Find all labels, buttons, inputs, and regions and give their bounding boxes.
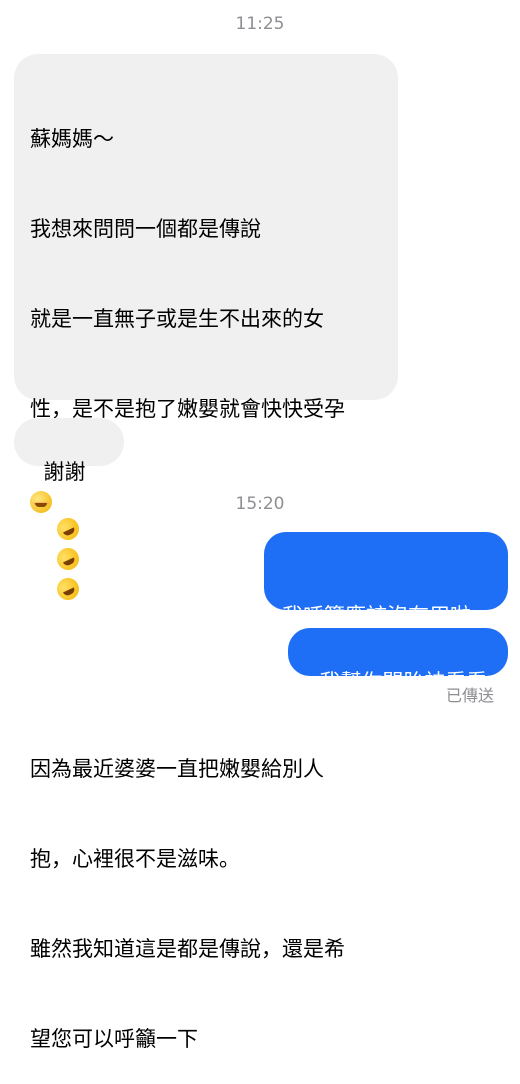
outgoing-message-bubble-2[interactable]: 我幫你問胎神看看: [288, 628, 508, 694]
message-line: 望您可以呼籲一下: [30, 1027, 198, 1051]
message-line: 就是一直無子或是生不出來的女: [30, 307, 324, 331]
message-text: 謝謝: [43, 460, 86, 484]
message-line: 因為最近婆婆一直把嫩嬰給別人: [30, 757, 324, 781]
rolling-on-floor-laughing-icon: [53, 544, 83, 574]
rolling-on-floor-laughing-icon: [53, 514, 83, 544]
message-line: 我呼籲應該沒有用啦: [282, 604, 471, 628]
message-line: 我想來問問一個都是傳說: [30, 217, 261, 241]
read-receipt: 已傳送: [445, 686, 494, 705]
message-line: 雖然我知道這是都是傳說，還是希: [30, 937, 345, 961]
message-line: 抱，心裡很不是滋味。: [30, 847, 240, 871]
timestamp-1125: 11:25: [235, 14, 285, 34]
outgoing-message-bubble-1[interactable]: 我呼籲應該沒有用啦 你婆婆也不會聽我的: [264, 532, 508, 718]
rolling-on-floor-laughing-icon: [53, 574, 83, 604]
message-line: 蘇媽媽～: [30, 127, 114, 151]
timestamp-1520: 15:20: [235, 494, 285, 514]
incoming-message-bubble-2[interactable]: 謝謝: [14, 418, 124, 513]
incoming-message-bubble-1[interactable]: 蘇媽媽～ 我想來問問一個都是傳說 就是一直無子或是生不出來的女 性，是不是抱了嫩…: [14, 54, 398, 1051]
